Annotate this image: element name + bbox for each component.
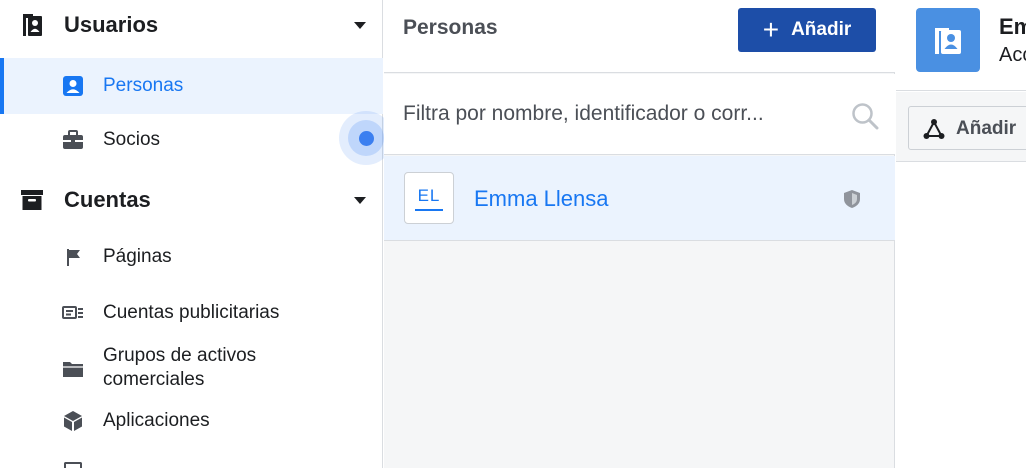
share-nodes-icon: [923, 118, 945, 140]
person-card-icon: [62, 75, 84, 97]
person-detail-panel: Em Acc Añadir: [896, 0, 1026, 468]
page-title: Personas: [403, 16, 498, 39]
sidebar-item-label-line1: Grupos de activos: [103, 345, 257, 366]
people-list-panel: Personas + Añadir EL Emma Llensa: [384, 0, 895, 468]
person-avatar-icon: [916, 8, 980, 72]
search-icon[interactable]: [851, 102, 879, 130]
sidebar-item-label: Personas: [103, 75, 184, 96]
sidebar-item-label: Cuentas publicitarias: [103, 302, 280, 323]
search-input[interactable]: [403, 98, 823, 130]
sidebar-item-aplicaciones[interactable]: Aplicaciones: [0, 397, 383, 445]
avatar-initials: EL: [417, 185, 441, 205]
list-item[interactable]: EL Emma Llensa: [384, 156, 895, 241]
detail-subtitle: Acc: [999, 44, 1026, 66]
ad-account-icon: [62, 302, 84, 324]
add-person-button[interactable]: + Añadir: [738, 8, 876, 52]
briefcase-icon: [62, 129, 84, 151]
sidebar-section-usuarios[interactable]: Usuarios: [0, 0, 383, 50]
sidebar-item-label-line2: comerciales: [103, 369, 205, 390]
sidebar-section-label: Usuarios: [64, 12, 159, 37]
sidebar-section-label: Cuentas: [64, 187, 151, 212]
chevron-down-icon[interactable]: [354, 197, 366, 204]
sidebar-section-cuentas[interactable]: Cuentas: [0, 175, 383, 225]
sidebar-item-cuentas-publicitarias[interactable]: Cuentas publicitarias: [0, 289, 383, 337]
add-button-label: Añadir: [791, 19, 852, 40]
sidebar-item-label: Aplicaciones: [103, 410, 210, 431]
detail-header: Em Acc: [896, 0, 1026, 91]
detail-toolbar: Añadir: [896, 92, 1026, 162]
detail-name: Em: [999, 14, 1026, 39]
flag-icon: [62, 246, 84, 268]
sidebar-item-paginas[interactable]: Páginas: [0, 233, 383, 281]
avatar-underline: [415, 208, 443, 211]
sidebar-item-partial-icon: [64, 462, 82, 468]
search-row: [384, 74, 895, 155]
archive-box-icon: [20, 188, 44, 212]
assign-assets-button[interactable]: Añadir: [908, 106, 1026, 150]
shield-icon: [843, 189, 861, 209]
people-header: Personas + Añadir: [384, 0, 895, 73]
plus-icon: +: [762, 14, 780, 45]
cursor-ring: [348, 120, 384, 156]
person-name[interactable]: Emma Llensa: [474, 186, 609, 212]
sidebar-item-socios[interactable]: Socios: [0, 114, 383, 166]
sidebar-item-label: Socios: [103, 129, 161, 150]
sidebar-item-label: Grupos de activos comerciales: [103, 344, 256, 392]
folder-icon: [62, 358, 84, 380]
sidebar-item-personas[interactable]: Personas: [0, 58, 383, 114]
sidebar-item-label: Páginas: [103, 246, 172, 267]
sidebar-item-grupos-activos[interactable]: Grupos de activos comerciales: [0, 342, 383, 396]
assign-button-label: Añadir: [956, 118, 1017, 139]
chevron-down-icon[interactable]: [354, 22, 366, 29]
cube-icon: [62, 410, 84, 432]
users-book-icon: [20, 13, 44, 37]
sidebar: Usuarios Personas Socios Cuentas Páginas…: [0, 0, 393, 468]
cursor-core: [358, 130, 374, 146]
avatar: EL: [404, 172, 454, 224]
